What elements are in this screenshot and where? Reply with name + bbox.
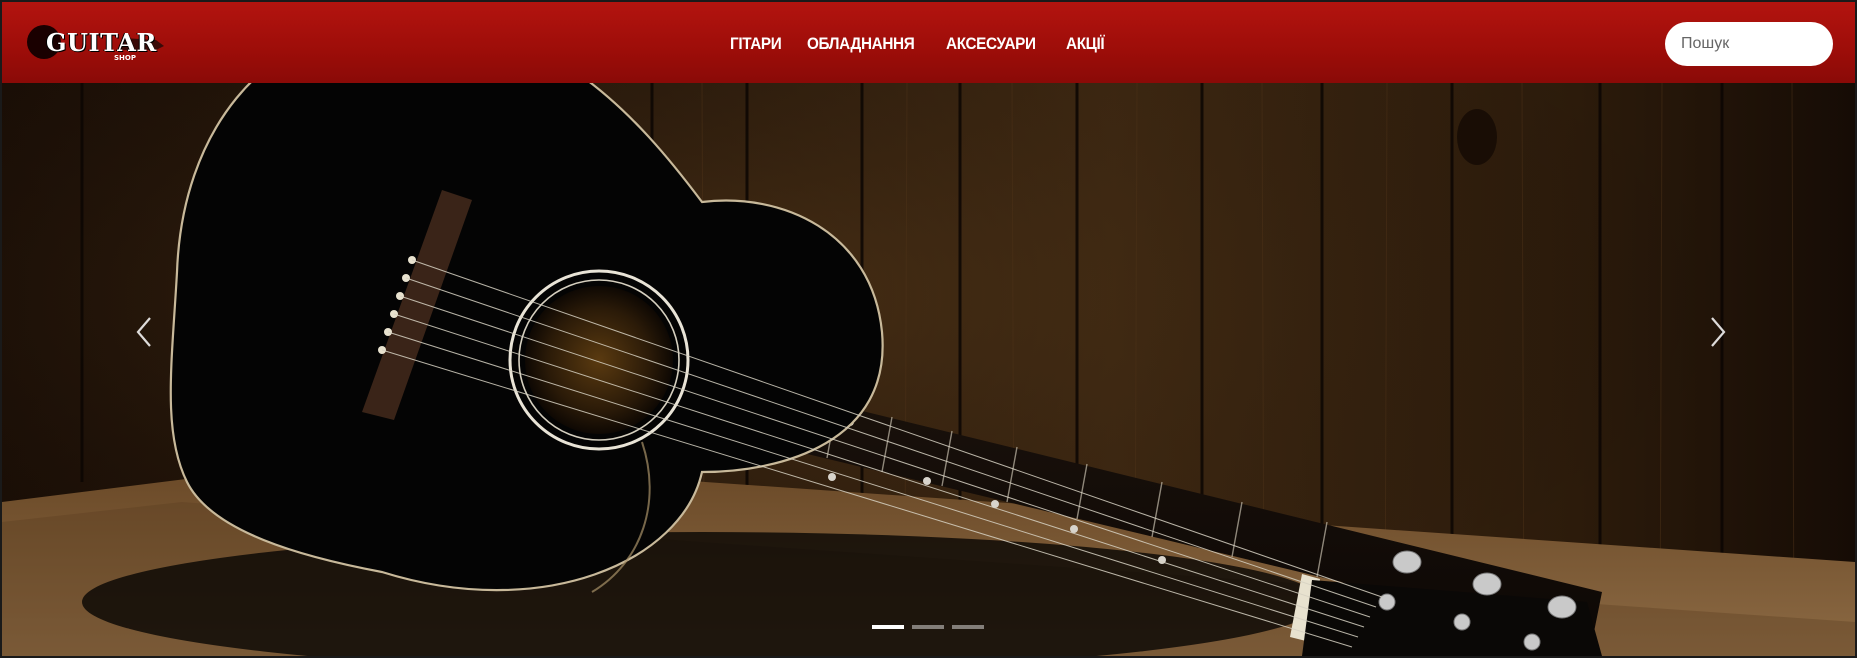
hero-slide-image — [2, 2, 1855, 656]
nav-item-accessories[interactable]: АКСЕСУАРИ — [946, 34, 1036, 54]
chevron-left-icon — [136, 317, 151, 347]
search-input[interactable] — [1665, 22, 1833, 66]
carousel-next-arrow[interactable] — [1702, 312, 1732, 352]
chevron-right-icon — [1711, 317, 1726, 347]
site-logo[interactable]: GUITAR SHOP — [26, 24, 168, 64]
logo-text: GUITAR — [46, 28, 157, 57]
carousel-indicators — [872, 625, 984, 629]
nav-item-equipment[interactable]: ОБЛАДНАННЯ — [807, 34, 915, 54]
carousel-indicator-2[interactable] — [912, 625, 944, 629]
logo-subtext: SHOP — [114, 54, 136, 62]
carousel-indicator-3[interactable] — [952, 625, 984, 629]
page: GUITAR SHOP ГІТАРИ ОБЛАДНАННЯ АКСЕСУАРИ … — [0, 0, 1857, 658]
carousel-prev-arrow[interactable] — [130, 312, 160, 352]
nav-item-sales[interactable]: АКЦІЇ — [1066, 34, 1105, 54]
site-header: GUITAR SHOP ГІТАРИ ОБЛАДНАННЯ АКСЕСУАРИ … — [2, 2, 1855, 83]
hero-carousel — [2, 2, 1855, 656]
nav-item-guitars[interactable]: ГІТАРИ — [730, 34, 782, 54]
carousel-indicator-1[interactable] — [872, 625, 904, 629]
main-nav: ГІТАРИ ОБЛАДНАННЯ АКСЕСУАРИ АКЦІЇ — [730, 30, 1109, 58]
